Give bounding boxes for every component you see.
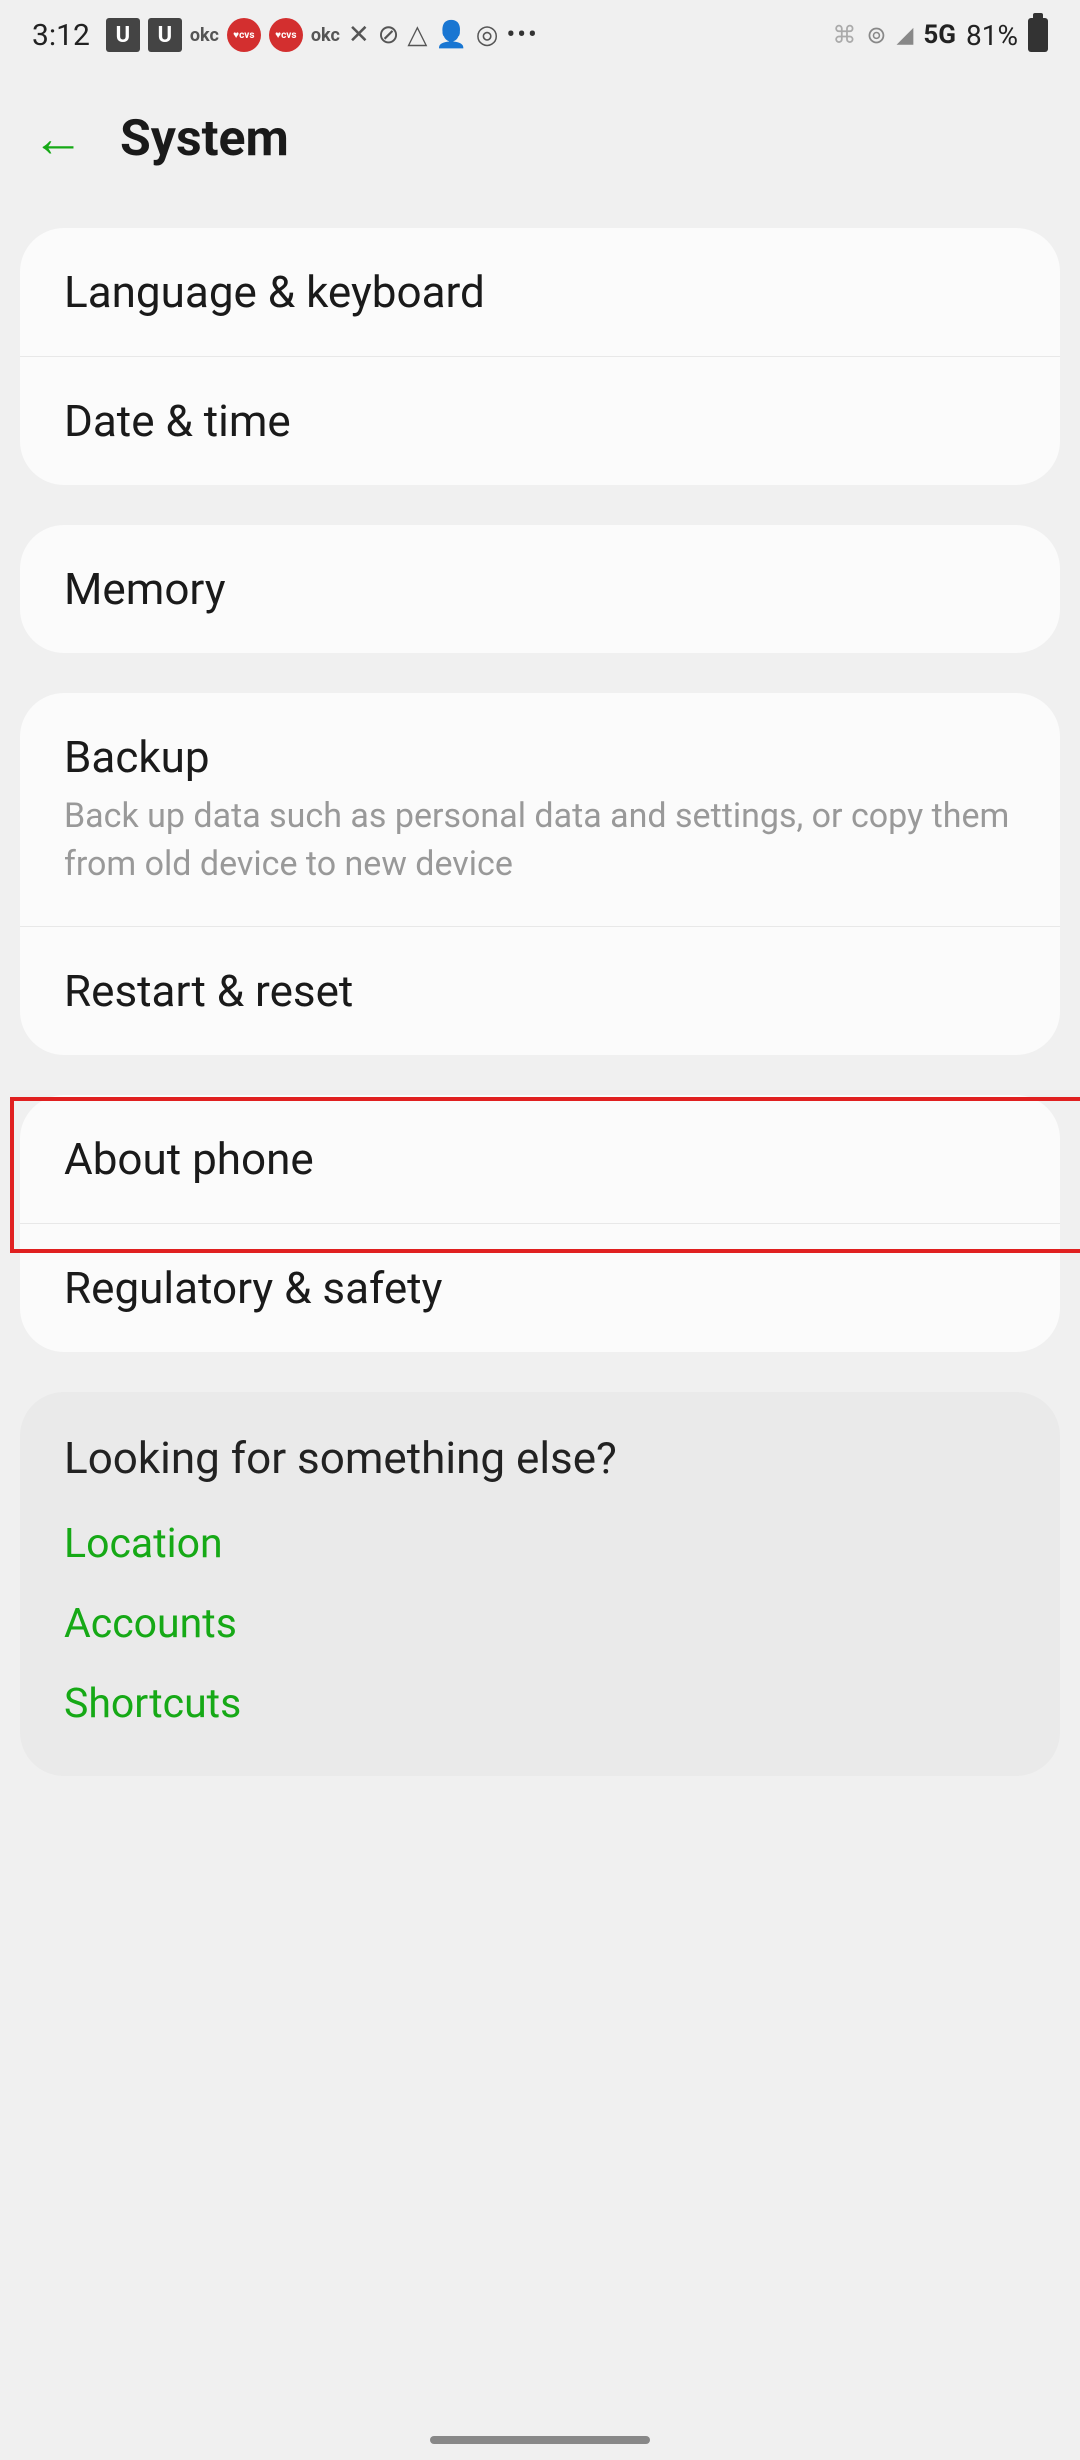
backup-item[interactable]: Backup Back up data such as personal dat…: [20, 693, 1060, 927]
date-time-item[interactable]: Date & time: [20, 357, 1060, 485]
settings-group-4: About phone Regulatory & safety: [20, 1095, 1060, 1352]
restart-reset-item[interactable]: Restart & reset: [20, 927, 1060, 1055]
settings-group-2: Memory: [20, 525, 1060, 653]
help-card: Looking for something else? Location Acc…: [20, 1392, 1060, 1776]
item-title: Regulatory & safety: [64, 1262, 1016, 1314]
warning-icon: △: [407, 20, 427, 50]
app-icon-cvs2: ♥cvs: [269, 18, 303, 52]
help-title: Looking for something else?: [64, 1432, 1016, 1484]
about-phone-item[interactable]: About phone: [20, 1095, 1060, 1224]
person-icon: 👤: [435, 20, 467, 50]
network-label: 5G: [923, 20, 956, 50]
page-header: ← System: [0, 70, 1080, 188]
item-title: Language & keyboard: [64, 266, 1016, 318]
item-title: Memory: [64, 563, 1016, 615]
item-title: Backup: [64, 731, 1016, 783]
status-time: 3:12: [32, 18, 90, 53]
app-icon-cvs1: ♥cvs: [227, 18, 261, 52]
settings-group-1: Language & keyboard Date & time: [20, 228, 1060, 485]
battery-icon: [1028, 18, 1048, 52]
app-icon-u1: U: [106, 18, 140, 52]
memory-item[interactable]: Memory: [20, 525, 1060, 653]
item-subtitle: Back up data such as personal data and s…: [64, 793, 1016, 888]
settings-group-3: Backup Back up data such as personal dat…: [20, 693, 1060, 1055]
battery-percent: 81%: [966, 19, 1018, 52]
item-title: Date & time: [64, 395, 1016, 447]
nav-bar-handle[interactable]: [430, 2436, 650, 2444]
page-title: System: [120, 110, 289, 168]
missed-call-icon: ✕: [348, 20, 370, 50]
signal-icon: ◢: [896, 23, 913, 48]
back-arrow-icon[interactable]: ←: [32, 113, 84, 165]
wifi-icon: ⊚: [866, 21, 886, 49]
instagram-icon: ◎: [476, 20, 499, 50]
item-title: About phone: [64, 1133, 1016, 1185]
more-icon: •••: [506, 20, 538, 50]
item-title: Restart & reset: [64, 965, 1016, 1017]
help-link-location[interactable]: Location: [64, 1520, 1016, 1568]
regulatory-safety-item[interactable]: Regulatory & safety: [20, 1224, 1060, 1352]
check-icon: ⊘: [378, 20, 400, 50]
status-bar: 3:12 U U okc ♥cvs ♥cvs okc ✕ ⊘ △ 👤 ◎ •••…: [0, 0, 1080, 70]
app-icon-okc1: okc: [190, 25, 219, 46]
language-keyboard-item[interactable]: Language & keyboard: [20, 228, 1060, 357]
app-icon-okc2: okc: [311, 25, 340, 46]
bluetooth-icon: ⌘: [832, 21, 856, 49]
app-icon-u2: U: [148, 18, 182, 52]
help-link-accounts[interactable]: Accounts: [64, 1600, 1016, 1648]
help-link-shortcuts[interactable]: Shortcuts: [64, 1680, 1016, 1728]
